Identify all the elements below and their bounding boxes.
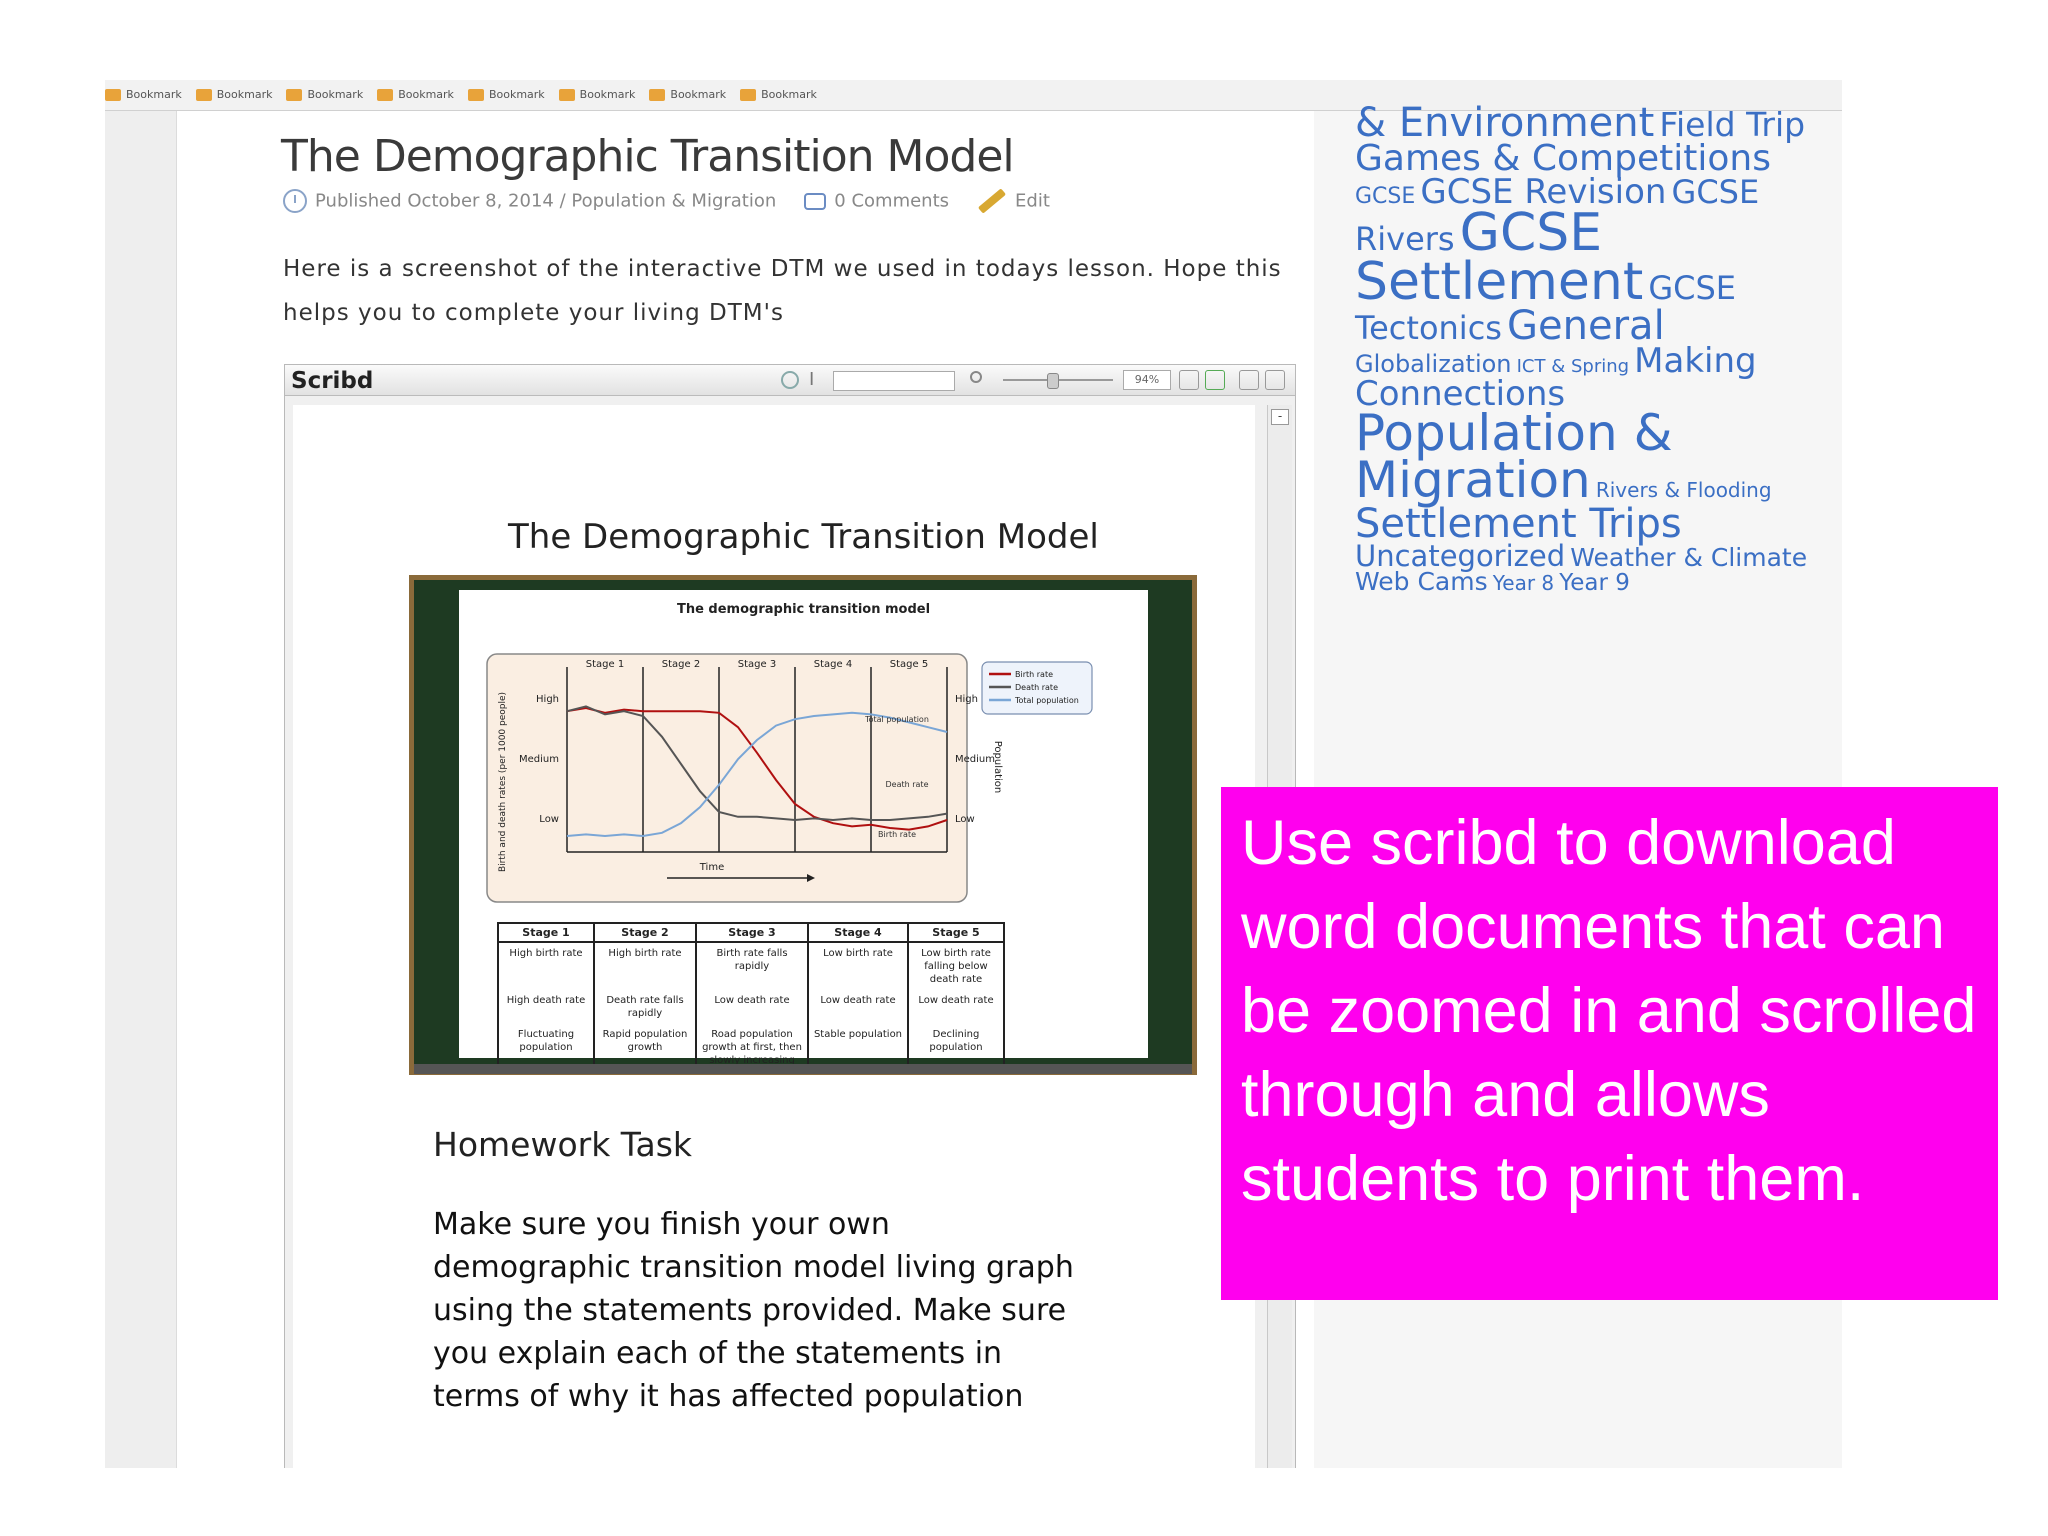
chart-title: The demographic transition model [676,602,931,617]
scribd-toolbar: Scribd I 94% [285,365,1295,396]
legend-entry: Birth rate [1015,670,1053,679]
tag-link[interactable]: Web Cams [1355,567,1488,596]
fullscreen-icon[interactable] [1205,370,1225,390]
blog-post: The Demographic Transition Model Publish… [177,111,1314,1468]
bookmark-icon [467,89,484,101]
table-header-cell: Stage 4 [807,922,909,943]
y2-level-label: Medium [955,754,995,765]
pencil-icon [977,188,1007,214]
bookmark-item[interactable]: Bookmark [105,80,182,110]
bookmark-icon [105,89,121,101]
post-title[interactable]: The Demographic Transition Model [281,131,1015,182]
document-title: The Demographic Transition Model [508,517,1099,557]
scribd-document-page: The Demographic Transition Model The dem… [293,405,1255,1468]
stage-table: Stage 1 Stage 2 Stage 3 Stage 4 Stage 5 High… [497,922,1005,1073]
table-cell: Low birth rate [807,942,909,990]
tag-link[interactable]: Weather & Climate [1570,543,1807,572]
table-header-cell: Stage 2 [593,922,697,943]
y2-axis-label: Population [992,741,1003,794]
dtm-diagram: The demographic transition model Stage 1… [459,590,1148,1073]
stage-label: Stage 5 [890,659,928,670]
chart-annotation: Death rate [886,780,929,789]
scribd-search-input[interactable] [833,371,955,391]
chart-background [486,653,968,903]
bookmark-icon [649,89,666,101]
x-axis-label: Time [699,862,724,873]
bookmark-item[interactable]: Bookmark [649,80,726,110]
comments-link[interactable]: 0 Comments [834,191,949,212]
bookmark-icon [740,89,757,101]
table-cell: Low birth rate falling below death rate [907,942,1005,990]
zoom-slider-handle[interactable] [1047,373,1059,389]
annotation-callout: Use scribd to download word documents th… [1221,787,1998,1300]
bookmark-icon [286,89,303,101]
callout-text: Use scribd to download word documents th… [1241,808,1977,1214]
stage-label: Stage 4 [814,659,852,670]
chart-annotation: Total population [864,715,929,724]
post-intro: Here is a screenshot of the interactive … [283,256,1282,326]
post-meta: Published October 8, 2014 / Population &… [283,188,1050,214]
download-icon[interactable] [1265,370,1285,390]
table-cell: Low death rate [695,990,809,1024]
refresh-icon[interactable] [781,371,799,389]
tag-link[interactable]: Year 8 [1493,571,1554,595]
bookmark-item[interactable]: Bookmark [195,80,272,110]
category-link[interactable]: Population & Migration [571,191,776,212]
bookmark-item[interactable]: Bookmark [286,80,363,110]
legend-entry: Total population [1014,696,1079,705]
homework-title: Homework Task [433,1125,693,1164]
stage-label: Stage 2 [662,659,700,670]
chart-annotation: Birth rate [878,830,916,839]
y-axis-label: Birth and death rates (per 1000 people) [498,692,508,872]
homework-text: Make sure you finish your own demographi… [433,1207,1074,1414]
left-gutter [105,111,177,1468]
y2-level-label: Low [955,814,975,825]
table-header-cell: Stage 3 [695,922,809,943]
zoom-level[interactable]: 94% [1123,370,1171,390]
table-row: High birth rate High birth rate Birth rate… [497,942,1005,990]
table-cell: High birth rate [497,942,595,990]
chalkboard-rail [414,1064,1192,1074]
bookmark-icon [195,89,212,101]
print-icon[interactable] [1239,370,1259,390]
table-header-cell: Stage 1 [497,922,595,943]
stage-label: Stage 3 [738,659,776,670]
tag-link[interactable]: Rivers & Flooding [1596,478,1772,502]
bookmark-icon [558,89,575,101]
edit-link[interactable]: Edit [1015,191,1050,212]
table-cell: Birth rate falls rapidly [695,942,809,990]
table-cell: High death rate [497,990,595,1024]
stage-label: Stage 1 [586,659,624,670]
tag-cloud: & Environment Field Trip Games & Competi… [1355,103,1825,596]
move-icon[interactable] [1179,370,1199,390]
search-icon[interactable] [970,371,982,383]
tag-link[interactable]: GCSE [1355,184,1415,209]
published-date: Published October 8, 2014 [315,190,554,212]
clock-icon [283,189,307,213]
y-level-label: High [536,694,559,705]
table-header-cell: Stage 5 [907,922,1005,943]
scribd-viewer[interactable]: Scribd I 94% The Demographic Transition … [284,364,1296,1468]
table-cell: Low death rate [907,990,1005,1024]
y-level-label: Medium [519,754,559,765]
table-cell: Death rate falls rapidly [593,990,697,1024]
bookmark-icon [377,89,394,101]
scribd-logo[interactable]: Scribd [291,368,373,394]
text-cursor-icon[interactable]: I [809,369,814,390]
chalkboard-image: The demographic transition model Stage 1… [409,575,1197,1075]
scroll-up-button[interactable]: - [1271,409,1289,425]
comment-icon [804,192,827,210]
table-cell: High birth rate [593,942,697,990]
tag-link[interactable]: Year 9 [1559,570,1630,596]
bookmark-item[interactable]: Bookmark [377,80,454,110]
table-cell: Low death rate [807,990,909,1024]
bookmark-item[interactable]: Bookmark [558,80,635,110]
bookmark-item[interactable]: Bookmark [467,80,545,110]
y-level-label: Low [539,814,559,825]
bookmark-item[interactable]: Bookmark [740,80,817,110]
dtm-chart: Stage 1 Stage 2 Stage 3 Stage 4 Stage 5 High M… [486,653,1093,903]
legend-entry: Death rate [1015,683,1058,692]
table-row: High death rate Death rate falls rapidly L… [497,990,1005,1024]
y2-level-label: High [955,694,978,705]
